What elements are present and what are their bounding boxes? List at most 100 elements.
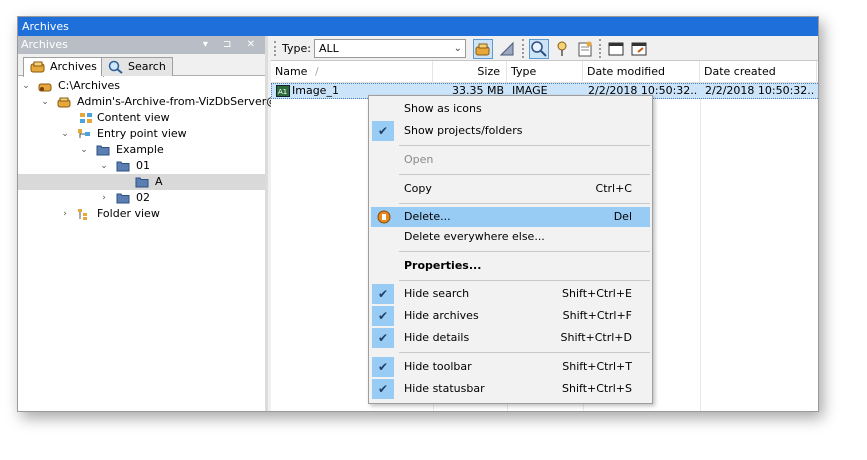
menu-item-label: Hide details: [404, 331, 470, 344]
tree-item-label: 01: [136, 159, 150, 172]
svg-text:A1: A1: [278, 88, 287, 96]
chart-button[interactable]: [497, 39, 517, 59]
menu-item-label: Hide archives: [404, 309, 479, 322]
toolbar-separator: [599, 39, 601, 58]
menu-item-show-as-icons[interactable]: Show as icons: [371, 99, 650, 119]
menu-item-shortcut: Shift+Ctrl+D: [560, 331, 632, 344]
column-date-modified[interactable]: Date modified: [583, 61, 700, 83]
menu-item-label: Show as icons: [404, 102, 482, 115]
tree-item-a[interactable]: A: [18, 174, 265, 190]
menu-item-hide-search[interactable]: ✔ Hide search Shift+Ctrl+E: [371, 284, 650, 304]
column-headers: Name / Size Type Date modified Date crea…: [271, 61, 818, 83]
menu-item-hide-statusbar[interactable]: ✔ Hide statusbar Shift+Ctrl+S: [371, 379, 650, 399]
tree-item-entry-point-view[interactable]: ⌄ Entry point view: [18, 126, 265, 142]
checkmark-icon: ✔: [372, 306, 394, 326]
toolbar: Type: ALL ⌄: [271, 36, 818, 61]
window-button[interactable]: [606, 39, 626, 59]
type-dropdown[interactable]: ALL ⌄: [314, 39, 466, 58]
search-button[interactable]: [529, 39, 549, 59]
tree-item-label: Folder view: [97, 207, 160, 220]
magnifier-icon: [108, 60, 123, 74]
column-name-label: Name: [275, 65, 308, 78]
chevron-right-icon[interactable]: ›: [99, 190, 109, 206]
menu-item-open[interactable]: Open: [371, 150, 650, 170]
panel-header-icons[interactable]: ▾ ⊐ ✕: [203, 36, 261, 54]
archive-icon: [30, 61, 45, 73]
tab-archives[interactable]: Archives: [23, 57, 104, 77]
content-view-icon: [80, 113, 92, 123]
tab-search[interactable]: Search: [101, 57, 173, 76]
tree-item-02[interactable]: › 02: [18, 190, 265, 206]
menu-item-hide-details[interactable]: ✔ Hide details Shift+Ctrl+D: [371, 328, 650, 348]
checkmark-icon: ✔: [372, 284, 394, 304]
menu-item-delete[interactable]: Delete... Del: [371, 207, 650, 227]
window-title: Archives: [18, 17, 818, 36]
type-dropdown-value: ALL: [319, 42, 339, 55]
menu-item-properties[interactable]: Properties...: [371, 256, 650, 276]
toolbar-grip[interactable]: [274, 41, 276, 56]
sort-indicator-icon: /: [315, 65, 319, 78]
panel-title: Archives: [21, 38, 68, 51]
column-date-created[interactable]: Date created: [700, 61, 817, 83]
tree-item-folder-view[interactable]: › Folder view: [18, 206, 265, 222]
tree-item-root[interactable]: ⌄ C:\Archives: [18, 78, 265, 94]
menu-item-label: Delete...: [404, 210, 451, 223]
folder-icon: [96, 145, 110, 156]
chevron-down-icon[interactable]: ⌄: [40, 94, 50, 110]
window-icon: [608, 42, 624, 56]
menu-separator: [399, 280, 650, 281]
tab-archives-label: Archives: [50, 60, 97, 73]
entry-point-icon: [78, 129, 90, 138]
tree-item-01[interactable]: ⌄ 01: [18, 158, 265, 174]
menu-item-hide-archives[interactable]: ✔ Hide archives Shift+Ctrl+F: [371, 306, 650, 326]
menu-item-label: Delete everywhere else...: [404, 230, 545, 243]
menu-item-label: Hide statusbar: [404, 382, 485, 395]
type-label: Type:: [282, 42, 311, 55]
column-size-label: Size: [477, 65, 500, 78]
chevron-down-icon[interactable]: ⌄: [21, 78, 31, 94]
menu-item-label: Copy: [404, 182, 432, 195]
chevron-down-icon: ⌄: [453, 43, 462, 54]
archive-root-icon: [38, 83, 52, 92]
column-type-label: Type: [511, 65, 537, 78]
column-date-created-label: Date created: [704, 65, 776, 78]
menu-item-copy[interactable]: Copy Ctrl+C: [371, 179, 650, 199]
folder-view-icon: [78, 209, 87, 220]
tree-item-label: 02: [136, 191, 150, 204]
tree-item-example[interactable]: ⌄ Example: [18, 142, 265, 158]
menu-item-show-projects-folders[interactable]: ✔ Show projects/folders: [371, 121, 650, 141]
menu-item-shortcut: Del: [613, 210, 632, 223]
details-button[interactable]: [575, 39, 595, 59]
menu-separator: [399, 251, 650, 252]
chevron-right-icon[interactable]: ›: [60, 206, 70, 222]
menu-separator: [399, 145, 650, 146]
archives-panel: Archives ▾ ⊐ ✕ Archives Search ⌄ C:\Arch…: [18, 36, 294, 411]
chevron-down-icon[interactable]: ⌄: [60, 126, 70, 142]
menu-item-shortcut: Ctrl+C: [595, 182, 632, 195]
pin-button[interactable]: [552, 39, 572, 59]
toolbar-separator: [522, 39, 524, 58]
tab-search-label: Search: [128, 60, 166, 73]
menu-item-delete-everywhere-else[interactable]: Delete everywhere else...: [371, 227, 650, 247]
image-file-icon: A1: [276, 85, 290, 97]
archive-filter-button[interactable]: [473, 39, 493, 59]
export-button[interactable]: [629, 39, 649, 59]
column-size[interactable]: Size: [433, 61, 507, 83]
tree-item-label: Admin's-Archive-from-VizDbServer@GH: [77, 95, 295, 108]
search-icon: [531, 41, 547, 57]
menu-separator: [399, 174, 650, 175]
column-name[interactable]: Name /: [271, 61, 433, 83]
panel-header: Archives ▾ ⊐ ✕: [18, 36, 265, 54]
tree-item-content-view[interactable]: Content view: [18, 110, 265, 126]
column-type[interactable]: Type: [507, 61, 583, 83]
menu-item-label: Properties...: [404, 259, 482, 272]
panel-tabs: Archives Search: [18, 54, 265, 77]
tree-item-archive[interactable]: ⌄ Admin's-Archive-from-VizDbServer@GH: [18, 94, 294, 110]
details-icon: [578, 41, 592, 57]
archive-filter-icon: [475, 43, 490, 56]
tree-item-label: Example: [116, 143, 164, 156]
menu-item-shortcut: Shift+Ctrl+F: [562, 309, 632, 322]
menu-item-hide-toolbar[interactable]: ✔ Hide toolbar Shift+Ctrl+T: [371, 357, 650, 377]
chevron-down-icon[interactable]: ⌄: [79, 142, 89, 158]
chevron-down-icon[interactable]: ⌄: [99, 158, 109, 174]
